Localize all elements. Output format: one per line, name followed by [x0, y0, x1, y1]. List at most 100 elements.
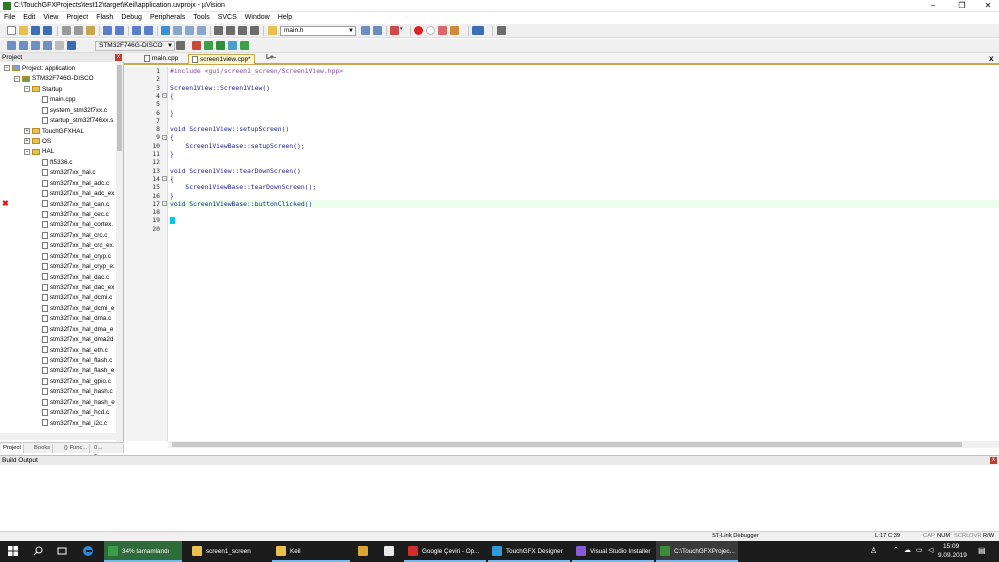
- taskbar-app[interactable]: screen1_screen: [188, 541, 266, 562]
- code-line[interactable]: void Screen1View::tearDownScreen(): [170, 167, 301, 175]
- code-line[interactable]: void Screen1View::setupScreen(): [170, 125, 289, 133]
- tree-file[interactable]: stm32f7xx_hal_crc_ex.: [42, 241, 114, 251]
- tree-file[interactable]: stm32f7xx_hal_can.c: [42, 200, 109, 210]
- edge-browser-icon[interactable]: [82, 545, 94, 557]
- replace-icon[interactable]: [373, 26, 382, 35]
- expand-icon[interactable]: +: [24, 138, 30, 145]
- bookmark-clear-icon[interactable]: [197, 26, 206, 35]
- tree-file[interactable]: stm32f7xx_hal_flash_e: [42, 366, 114, 376]
- close-icon[interactable]: x: [115, 54, 122, 61]
- tab-main-cpp[interactable]: main.cpp: [141, 54, 181, 64]
- build-icon[interactable]: [19, 41, 28, 50]
- code-line[interactable]: {: [170, 92, 174, 100]
- uncomment-icon[interactable]: [250, 26, 259, 35]
- tree-file[interactable]: stm32f7xx_hal_dma2d: [42, 335, 113, 345]
- menu-project[interactable]: Project: [62, 12, 92, 23]
- tree-group[interactable]: + OS: [24, 137, 51, 147]
- tree-file[interactable]: stm32f7xx_hal_dac.c: [42, 273, 109, 283]
- paste-icon[interactable]: [86, 26, 95, 35]
- menu-peripherals[interactable]: Peripherals: [146, 12, 189, 23]
- tree-file[interactable]: stm32f7xx_hal_gpio.c: [42, 377, 111, 387]
- breakpoint-icon[interactable]: [414, 26, 423, 35]
- rebuild-icon[interactable]: [31, 41, 40, 50]
- bookmark-next-icon[interactable]: [185, 26, 194, 35]
- menu-svcs[interactable]: SVCS: [214, 12, 241, 23]
- save-all-icon[interactable]: [43, 26, 52, 35]
- tree-file[interactable]: stm32f7xx_hal_cortex.: [42, 220, 113, 230]
- taskbar-app[interactable]: 34% tamamlandı: [104, 541, 182, 562]
- tree-file[interactable]: stm32f7xx_hal_crc.c: [42, 231, 107, 241]
- expand-icon[interactable]: +: [24, 127, 30, 134]
- pack-installer-icon[interactable]: [240, 41, 249, 50]
- undo-icon[interactable]: [103, 26, 112, 35]
- tree-file[interactable]: ft5336.c: [42, 158, 72, 168]
- find-icon[interactable]: [361, 26, 370, 35]
- fold-toggle-icon[interactable]: −: [162, 201, 167, 207]
- clock-date[interactable]: 9.09.2019: [938, 552, 967, 559]
- taskbar-app[interactable]: [354, 541, 378, 562]
- menu-help[interactable]: Help: [274, 12, 296, 23]
- copy-icon[interactable]: [74, 26, 83, 35]
- manage-components-icon[interactable]: [192, 41, 201, 50]
- taskbar-app[interactable]: [380, 541, 404, 562]
- project-scroll-thumb[interactable]: [117, 65, 122, 151]
- target-options-icon[interactable]: [176, 41, 185, 50]
- breakpoint-clear-icon[interactable]: [438, 26, 447, 35]
- collapse-icon[interactable]: −: [24, 86, 30, 93]
- minimize-button[interactable]: –: [922, 0, 944, 12]
- people-icon[interactable]: ♙: [870, 546, 877, 555]
- fold-toggle-icon[interactable]: −: [162, 134, 167, 140]
- nav-back-icon[interactable]: [132, 26, 141, 35]
- tree-file[interactable]: stm32f7xx_hal_hash.c: [42, 387, 113, 397]
- debug-start-icon[interactable]: [390, 26, 399, 35]
- code-line[interactable]: {: [170, 133, 174, 141]
- tree-file[interactable]: stm32f7xx_hal_dma.c: [42, 314, 111, 324]
- code-line[interactable]: }: [170, 109, 174, 117]
- menu-window[interactable]: Window: [241, 12, 274, 23]
- breakpoint-disable-icon[interactable]: [426, 26, 435, 35]
- task-view-icon[interactable]: [57, 546, 67, 556]
- tree-file[interactable]: stm32f7xx_hal_dcmi_e: [42, 304, 114, 314]
- tree-file[interactable]: stm32f7xx_hal_eth.c: [42, 346, 108, 356]
- editor-scroll-thumb[interactable]: [172, 442, 962, 447]
- fold-toggle-icon[interactable]: −: [162, 176, 167, 182]
- tree-file[interactable]: stm32f7xx_hal_dma_e: [42, 325, 113, 335]
- tree-file[interactable]: stm32f7xx_hal_dcmi.c: [42, 293, 112, 303]
- taskbar-app[interactable]: Keil: [272, 541, 350, 562]
- tree-file[interactable]: stm32f7xx_hal_adc_ex: [42, 189, 114, 199]
- tree-target[interactable]: − STM32F746G-DISCO: [14, 74, 94, 84]
- unindent-icon[interactable]: [226, 26, 235, 35]
- save-icon[interactable]: [31, 26, 40, 35]
- tree-file[interactable]: main.cpp: [42, 95, 76, 105]
- collapse-icon[interactable]: −: [14, 75, 20, 82]
- tab-functions[interactable]: {} Func...: [62, 444, 91, 453]
- editor-horizontal-scrollbar[interactable]: [168, 441, 999, 448]
- show-hidden-icons-icon[interactable]: ⌃: [893, 546, 899, 554]
- taskbar-app[interactable]: Google Çeviri - Op...: [404, 541, 486, 562]
- close-editor-icon[interactable]: x: [989, 54, 993, 63]
- new-file-icon[interactable]: [7, 26, 16, 35]
- code-line[interactable]: Screen1ViewBase::setupScreen();: [170, 142, 304, 150]
- start-windows-icon[interactable]: [8, 546, 18, 556]
- project-horizontal-scrollbar[interactable]: [0, 433, 116, 440]
- tree-file[interactable]: system_stm32f7xx.c: [42, 106, 107, 116]
- tab-books[interactable]: Books: [32, 444, 54, 453]
- breakpoint-kill-icon[interactable]: [450, 26, 459, 35]
- open-file-icon[interactable]: [19, 26, 28, 35]
- taskbar-app[interactable]: C:\TouchGFXProjec...: [656, 541, 738, 562]
- tab-screen1view-cpp[interactable]: screen1view.cpp*: [188, 54, 255, 64]
- window-layout-icon[interactable]: [472, 26, 484, 35]
- configure-icon[interactable]: [497, 26, 506, 35]
- code-line[interactable]: #include <gui/screen1_screen/Screen1View…: [170, 67, 343, 75]
- tree-file[interactable]: stm32f7xx_hal_hash_e: [42, 398, 115, 408]
- select-packs-icon[interactable]: [216, 41, 225, 50]
- tree-file[interactable]: stm32f7xx_hal_adc.c: [42, 179, 109, 189]
- tree-group[interactable]: − Startup: [24, 85, 62, 95]
- tree-file[interactable]: stm32f7xx_hal_dac_ex: [42, 283, 114, 293]
- network-icon[interactable]: ▭: [916, 546, 923, 554]
- tree-file[interactable]: stm32f7xx_hal.c: [42, 168, 96, 178]
- dropdown-arrow-icon[interactable]: ▾: [400, 26, 409, 35]
- taskbar-app[interactable]: TouchGFX Designer: [488, 541, 570, 562]
- file-find-combo[interactable]: main.h ▼: [280, 26, 356, 36]
- tree-group[interactable]: − HAL: [24, 147, 54, 157]
